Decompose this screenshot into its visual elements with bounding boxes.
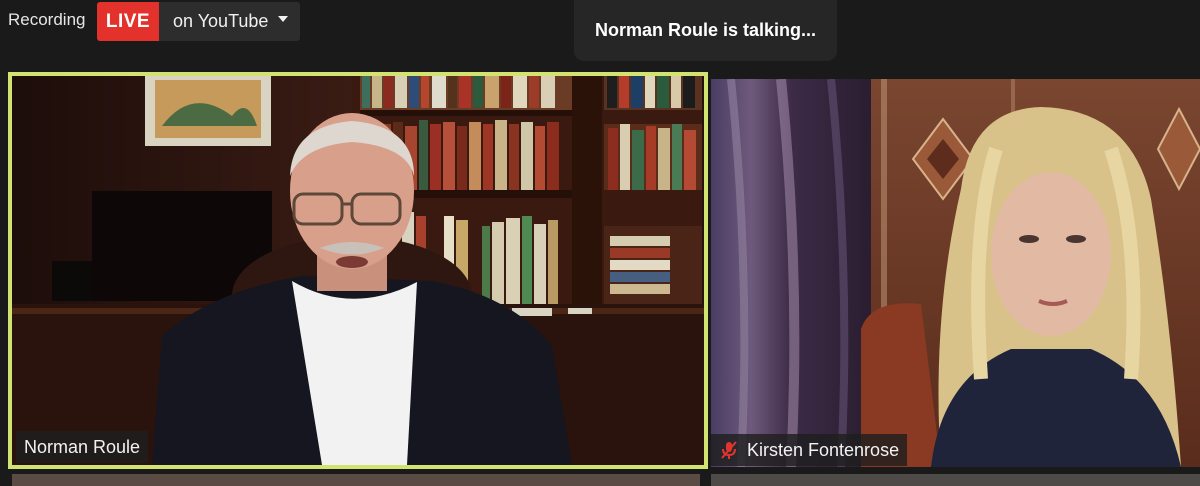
live-badge: LIVE xyxy=(97,2,159,41)
video-tile-partial[interactable] xyxy=(711,474,1200,486)
recording-indicator: Recording xyxy=(8,10,86,29)
participant-video xyxy=(12,76,704,465)
video-tile-active-speaker[interactable]: Norman Roule xyxy=(8,72,708,469)
muted-microphone-icon xyxy=(719,440,739,460)
participant-name: Kirsten Fontenrose xyxy=(747,439,900,460)
participant-name-label: Kirsten Fontenrose xyxy=(711,434,908,466)
live-destination-label: on YouTube xyxy=(173,11,269,31)
chevron-down-icon xyxy=(278,16,288,22)
participant-name: Norman Roule xyxy=(24,436,141,457)
live-destination-dropdown[interactable]: on YouTube xyxy=(159,2,300,41)
talking-indicator: Norman Roule is talking... xyxy=(574,0,837,61)
meeting-top-bar: Recording LIVE on YouTube Norman Roule i… xyxy=(0,0,1200,70)
video-tile-participant[interactable]: Kirsten Fontenrose xyxy=(711,79,1200,467)
participant-video xyxy=(711,79,1200,467)
live-stream-control[interactable]: LIVE on YouTube xyxy=(97,2,300,41)
participant-name-label: Norman Roule xyxy=(16,431,149,463)
video-tile-partial[interactable] xyxy=(12,474,700,486)
